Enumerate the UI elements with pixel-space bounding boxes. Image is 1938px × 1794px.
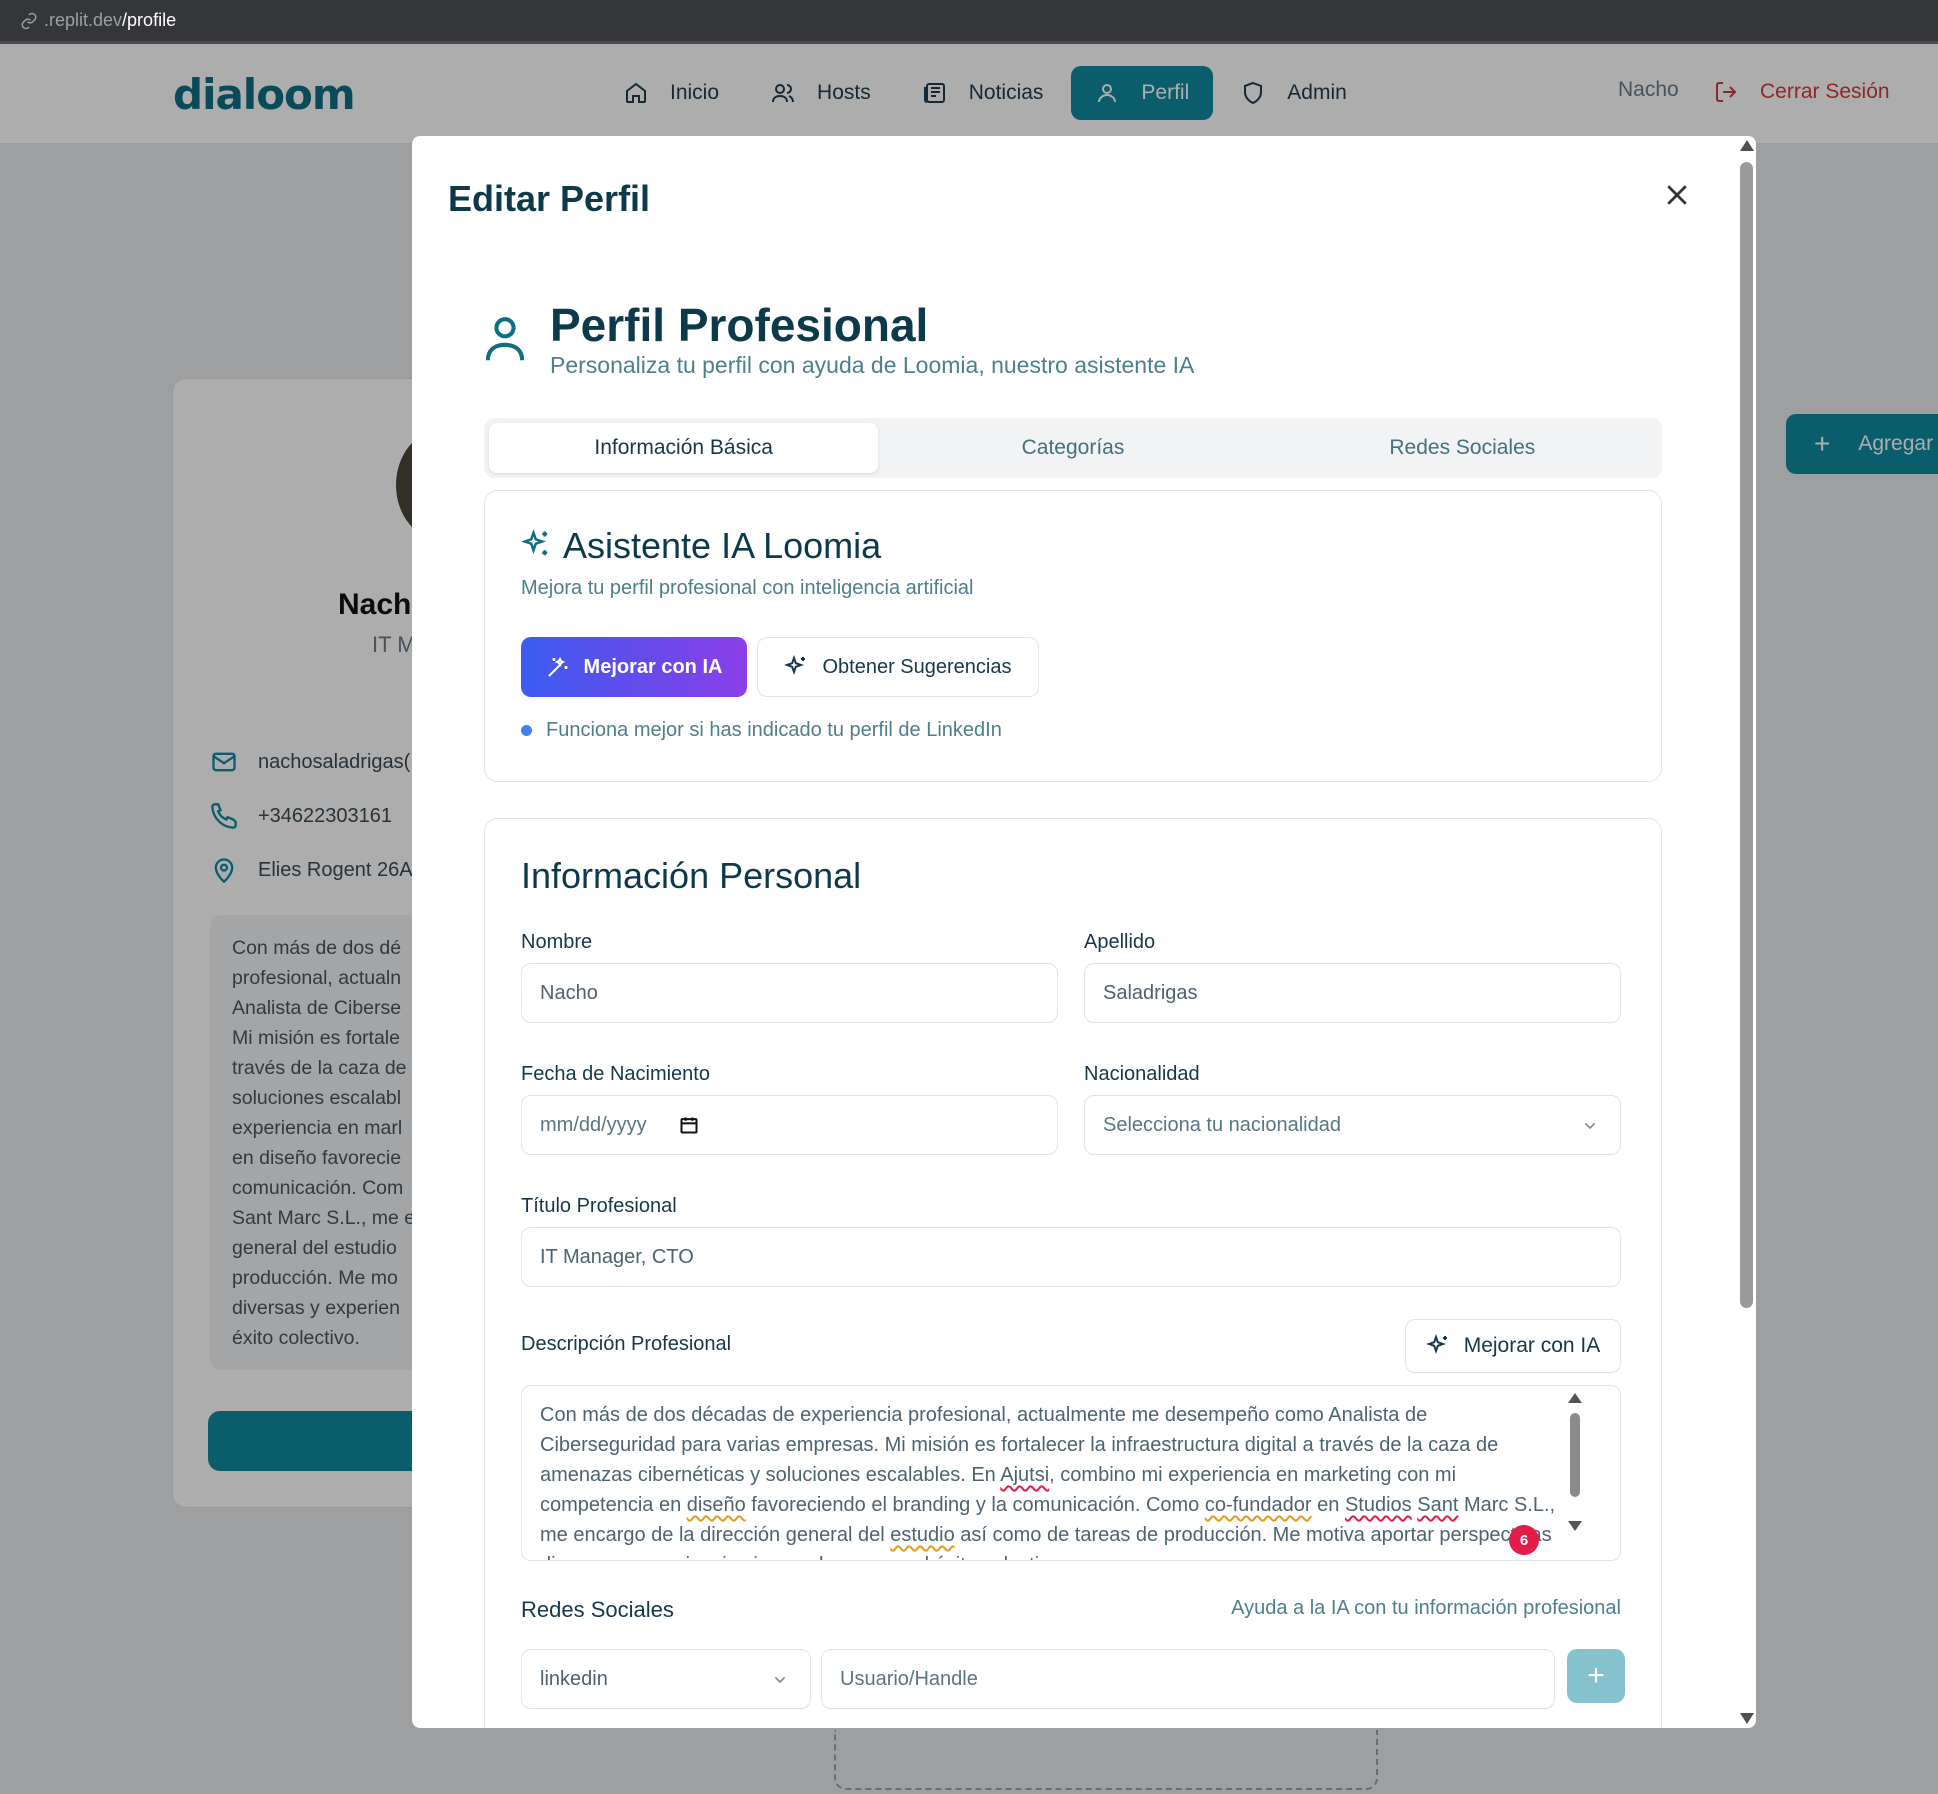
get-suggestions-button[interactable]: Obtener Sugerencias	[757, 637, 1039, 697]
social-handle-input[interactable]: Usuario/Handle	[821, 1649, 1555, 1709]
first-name-label: Nombre	[521, 931, 593, 953]
tab-informacion-basica[interactable]: Información Básica	[489, 423, 879, 473]
add-social-button[interactable]: +	[1567, 1649, 1625, 1703]
description-label: Descripción Profesional	[521, 1333, 732, 1355]
spelling-error[interactable]: Sant	[1417, 1494, 1458, 1516]
sparkles-icon	[521, 529, 548, 556]
improve-with-ai-label: Mejorar con IA	[583, 655, 723, 678]
spellcheck-badge[interactable]: 6	[1509, 1525, 1539, 1555]
scroll-up-arrow-icon[interactable]	[1568, 1393, 1582, 1403]
modal-title: Editar Perfil	[448, 178, 651, 219]
ai-tip: Funciona mejor si has indicado tu perfil…	[521, 719, 1002, 742]
url-host: .replit.dev	[44, 10, 123, 30]
last-name-field[interactable]: Saladrigas	[1084, 963, 1621, 1023]
ai-subtitle: Mejora tu perfil profesional con intelig…	[521, 577, 974, 599]
birth-date-field[interactable]: mm/dd/yyyy	[521, 1095, 1058, 1155]
nationality-label: Nacionalidad	[1084, 1063, 1200, 1085]
job-title-label: Título Profesional	[521, 1195, 677, 1217]
scroll-down-arrow-icon[interactable]	[1568, 1521, 1582, 1531]
grammar-suggestion[interactable]: diseño	[687, 1494, 746, 1516]
modal-scrollbar[interactable]	[1737, 136, 1756, 1728]
tab-redes-sociales[interactable]: Redes Sociales	[1268, 423, 1657, 473]
nationality-select[interactable]: Selecciona tu nacionalidad	[1084, 1095, 1621, 1155]
chevron-down-icon	[774, 1676, 786, 1684]
personal-info-title: Información Personal	[521, 855, 862, 896]
link-icon	[20, 12, 38, 30]
url-path: /profile	[122, 10, 177, 30]
description-improve-button[interactable]: Mejorar con IA	[1405, 1319, 1621, 1373]
description-improve-label: Mejorar con IA	[1463, 1334, 1601, 1357]
nationality-placeholder: Selecciona tu nacionalidad	[1103, 1113, 1341, 1136]
browser-url-bar[interactable]: .replit.dev/profile	[0, 0, 1938, 44]
chevron-down-icon	[1584, 1122, 1596, 1130]
ai-tip-text: Funciona mejor si has indicado tu perfil…	[546, 719, 1002, 741]
textarea-scrollbar[interactable]	[1567, 1387, 1583, 1559]
ai-title: Asistente IA Loomia	[563, 525, 882, 566]
last-name-label: Apellido	[1084, 931, 1156, 953]
birth-date-placeholder: mm/dd/yyyy	[540, 1113, 647, 1136]
social-label: Redes Sociales	[521, 1597, 674, 1622]
magic-wand-icon	[547, 656, 568, 677]
spelling-error[interactable]: Studios	[1345, 1494, 1412, 1516]
social-network-value: linkedin	[540, 1667, 608, 1690]
sparkles-icon	[1425, 1334, 1447, 1355]
grammar-suggestion[interactable]: co-fundador	[1205, 1494, 1312, 1516]
improve-with-ai-button[interactable]: Mejorar con IA	[521, 637, 747, 697]
social-help-text: Ayuda a la IA con tu información profesi…	[1231, 1597, 1621, 1619]
description-text: en	[1311, 1494, 1345, 1516]
user-icon	[485, 317, 525, 361]
description-text: favoreciendo el branding y la comunicaci…	[745, 1494, 1205, 1516]
section-title: Perfil Profesional	[550, 299, 929, 351]
last-name-value: Saladrigas	[1103, 981, 1198, 1004]
description-textarea[interactable]: Con más de dos décadas de experiencia pr…	[521, 1385, 1621, 1561]
tab-categorias[interactable]: Categorías	[878, 423, 1267, 473]
first-name-field[interactable]: Nacho	[521, 963, 1058, 1023]
scroll-thumb[interactable]	[1570, 1413, 1580, 1497]
section-subtitle: Personaliza tu perfil con ayuda de Loomi…	[550, 352, 1195, 378]
calendar-icon[interactable]	[679, 1115, 699, 1135]
profile-tabs: Información Básica Categorías Redes Soci…	[484, 418, 1662, 478]
scroll-thumb[interactable]	[1740, 162, 1753, 1308]
first-name-value: Nacho	[540, 981, 598, 1004]
scroll-down-arrow-icon[interactable]	[1740, 1713, 1754, 1724]
close-icon[interactable]	[1662, 180, 1692, 210]
job-title-field[interactable]: IT Manager, CTO	[521, 1227, 1621, 1287]
social-handle-placeholder: Usuario/Handle	[840, 1667, 978, 1690]
grammar-suggestion[interactable]: estudio	[890, 1524, 955, 1546]
edit-profile-modal: Editar Perfil Perfil Profesional Persona…	[412, 136, 1756, 1728]
personal-info-card: Información Personal Nombre Nacho Apelli…	[484, 818, 1662, 1728]
job-title-value: IT Manager, CTO	[540, 1245, 694, 1268]
social-network-select[interactable]: linkedin	[521, 1649, 811, 1709]
sparkles-icon	[784, 655, 806, 676]
info-dot-icon	[521, 725, 532, 736]
spelling-error[interactable]: Ajutsi	[1000, 1464, 1049, 1486]
get-suggestions-label: Obtener Sugerencias	[822, 655, 1012, 678]
birth-date-label: Fecha de Nacimiento	[521, 1063, 710, 1085]
scroll-up-arrow-icon[interactable]	[1740, 140, 1754, 151]
ai-assistant-card: Asistente IA Loomia Mejora tu perfil pro…	[484, 490, 1662, 782]
